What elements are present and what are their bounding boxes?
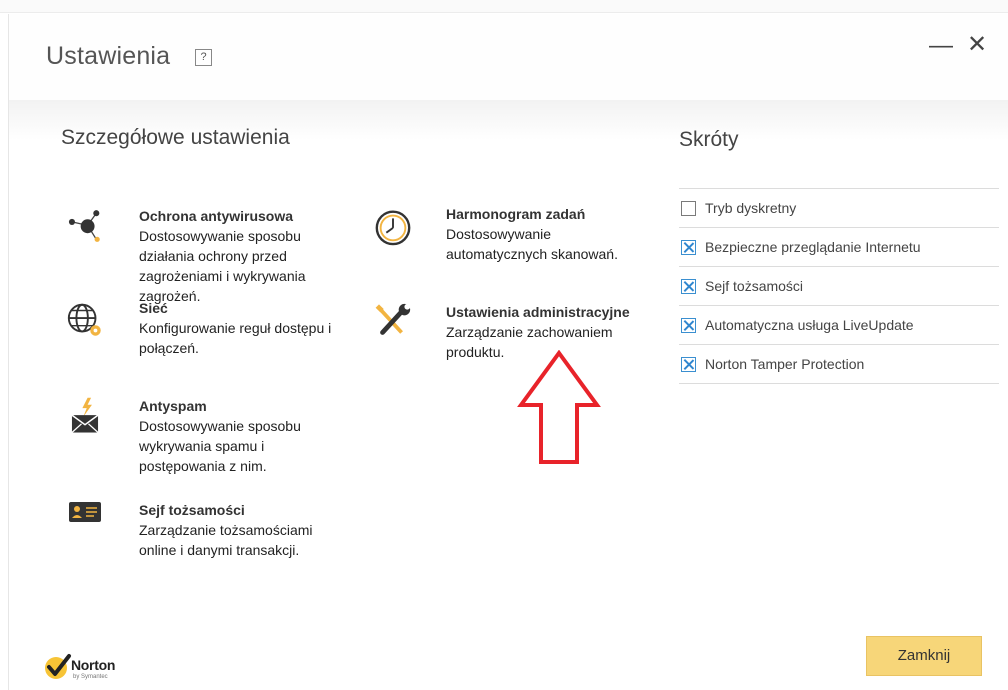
shortcut-row[interactable]: Bezpieczne przeglądanie Internetu [679, 227, 999, 266]
shortcut-label: Bezpieczne przeglądanie Internetu [705, 239, 921, 255]
checkbox-checked[interactable] [681, 318, 696, 333]
task-schedule-title: Harmonogram zadań [446, 206, 586, 222]
close-window-button[interactable]: ✕ [965, 32, 989, 58]
task-schedule-desc: Dostosowywanie automatycznych skanowań. [446, 226, 618, 262]
minimize-button[interactable]: — [929, 34, 953, 58]
antivirus-desc: Dostosowywanie sposobu działania ochrony… [139, 228, 306, 304]
help-button[interactable]: ? [195, 49, 212, 66]
network-title: Sieć [139, 300, 168, 316]
shortcut-row[interactable]: Automatyczna usługa LiveUpdate [679, 305, 999, 344]
checkbox-checked[interactable] [681, 357, 696, 372]
wrench-screwdriver-icon [375, 303, 411, 335]
shortcut-label: Norton Tamper Protection [705, 356, 865, 372]
logo-text: Norton [71, 657, 116, 673]
antivirus-icon [68, 210, 100, 242]
detailed-settings-heading: Szczegółowe ustawienia [61, 126, 290, 149]
shortcuts-heading: Skróty [679, 128, 739, 151]
shortcut-row[interactable]: Sejf tożsamości [679, 266, 999, 305]
annotation-arrow-icon [517, 350, 601, 464]
checkbox[interactable] [681, 201, 696, 216]
antispam-title: Antyspam [139, 398, 207, 414]
norton-check-icon [45, 654, 71, 679]
settings-content: Szczegółowe ustawienia Skróty Ochrona an… [9, 100, 1008, 690]
shortcuts-list: Tryb dyskretny Bezpieczne przeglądanie I… [679, 188, 999, 384]
close-button[interactable]: Zamknij [866, 636, 982, 676]
admin-title: Ustawienia administracyjne [446, 304, 630, 320]
antivirus-title: Ochrona antywirusowa [139, 208, 294, 224]
shortcut-row[interactable]: Tryb dyskretny [679, 188, 999, 227]
top-strip [0, 0, 1008, 13]
antispam-desc: Dostosowywanie sposobu wykrywania spamu … [139, 418, 301, 474]
identity-safe-desc: Zarządzanie tożsamościami online i danym… [139, 522, 313, 558]
shortcut-label: Automatyczna usługa LiveUpdate [705, 317, 914, 333]
logo-subtext: by Symantec [73, 674, 108, 680]
clock-icon [375, 210, 411, 246]
title-bar: Ustawienia ? — ✕ [9, 14, 1008, 100]
window-title: Ustawienia [46, 42, 171, 70]
shortcut-label: Tryb dyskretny [705, 200, 797, 216]
identity-safe-title: Sejf tożsamości [139, 502, 245, 518]
shortcut-label: Sejf tożsamości [705, 278, 804, 294]
norton-logo: Norton by Symantec [43, 652, 115, 687]
network-desc: Konfigurowanie reguł dostępu i połączeń. [139, 320, 332, 356]
network-globe-icon [67, 303, 101, 336]
checkbox-checked[interactable] [681, 240, 696, 255]
identity-card-icon [69, 502, 101, 522]
checkbox-checked[interactable] [681, 279, 696, 294]
shortcut-row[interactable]: Norton Tamper Protection [679, 344, 999, 384]
antispam-mail-icon [71, 397, 99, 434]
settings-window: Ustawienia ? — ✕ Szczegółowe ustawienia … [8, 14, 1008, 690]
